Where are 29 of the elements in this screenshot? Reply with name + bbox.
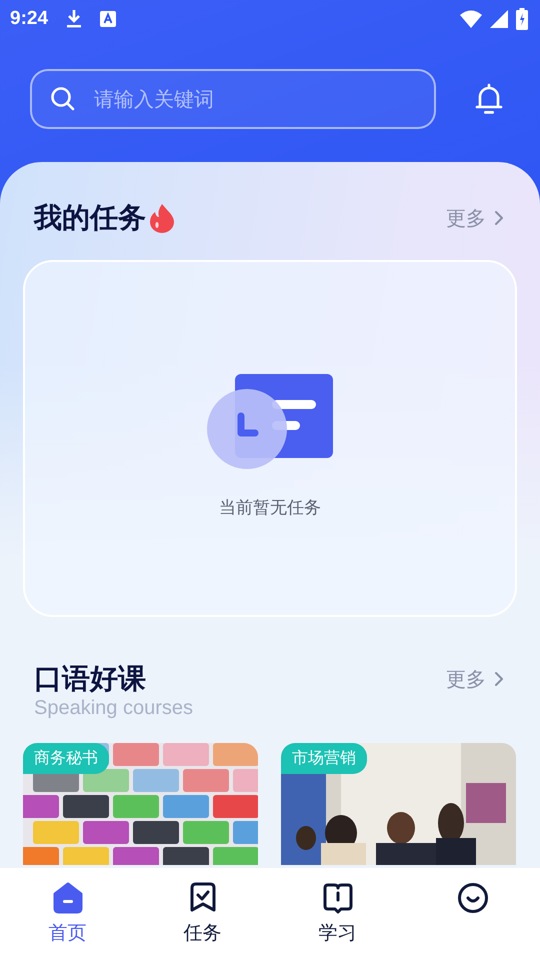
empty-task-illustration-icon xyxy=(206,374,334,472)
chevron-right-icon xyxy=(494,671,504,687)
more-link[interactable]: 更多 xyxy=(446,661,504,697)
battery-icon xyxy=(516,8,528,30)
search-field[interactable]: 请输入关键词 xyxy=(30,69,436,129)
wifi-icon xyxy=(460,10,482,28)
course-card[interactable]: 市场营销 xyxy=(281,743,516,865)
more-link[interactable]: 更多 xyxy=(446,200,504,236)
signal-icon xyxy=(490,10,508,28)
nav-tab[interactable]: 首页 xyxy=(0,868,135,960)
category-tag: 市场营销 xyxy=(281,743,367,774)
flame-icon xyxy=(148,203,176,233)
home-icon xyxy=(50,882,84,914)
smiley-icon xyxy=(456,882,488,914)
notification-bell-icon[interactable] xyxy=(474,83,504,115)
nav-tab[interactable]: 任务 xyxy=(135,868,270,960)
section-title: 我的任务 xyxy=(34,200,146,236)
nav-tab[interactable]: 学习 xyxy=(270,868,405,960)
download-icon xyxy=(66,9,82,29)
course-card[interactable]: 商务秘书 xyxy=(23,743,258,865)
section-subtitle: Speaking courses xyxy=(34,697,193,719)
chevron-right-icon xyxy=(494,210,504,226)
search-icon xyxy=(50,86,76,112)
category-tag: 商务秘书 xyxy=(23,743,109,774)
text-app-icon xyxy=(100,11,116,27)
book-icon xyxy=(322,882,354,914)
status-time: 9:24 xyxy=(10,8,48,30)
empty-tasks-message: 当前暂无任务 xyxy=(219,497,321,519)
section-title: 口语好课 xyxy=(34,661,146,697)
